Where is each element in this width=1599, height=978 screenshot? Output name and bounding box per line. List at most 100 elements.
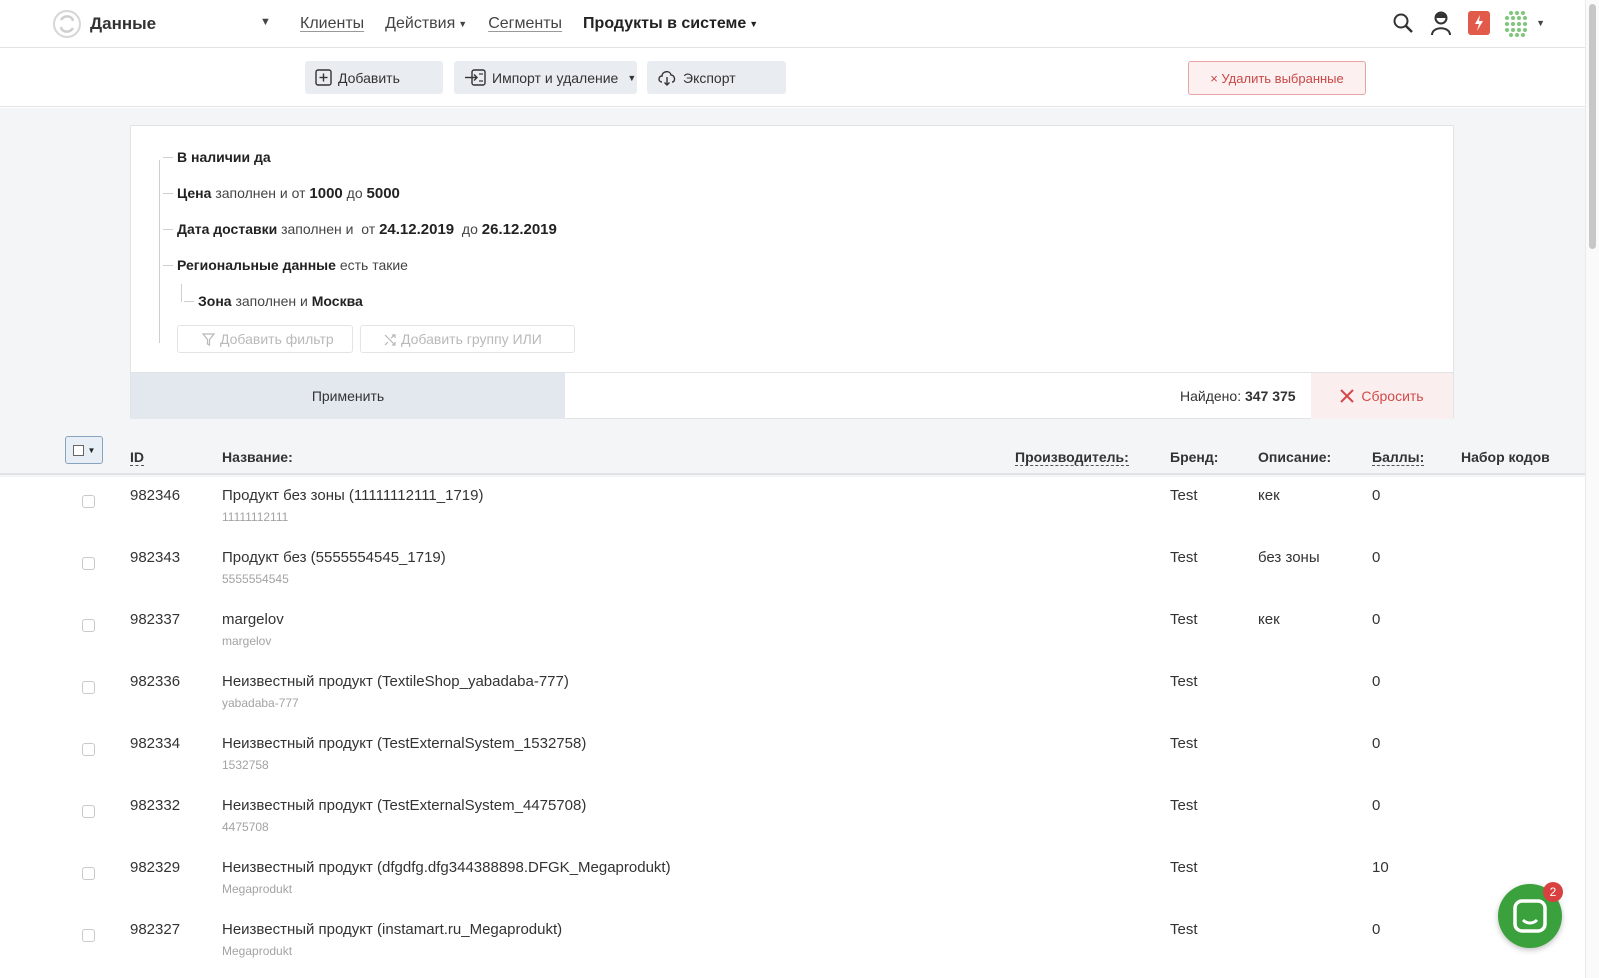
table-body: 982346 Продукт без зоны (11111112111_171… [0,477,1585,978]
row-checkbox[interactable] [82,805,95,818]
row-checkbox[interactable] [82,681,95,694]
row-id: 982346 [130,487,181,504]
chevron-down-icon: ▼ [458,18,468,29]
row-points: 0 [1372,611,1381,628]
row-checkbox[interactable] [82,743,95,756]
chat-icon [1513,899,1547,933]
page-scrollbar[interactable] [1585,0,1599,978]
row-description: кек [1258,487,1280,504]
row-checkbox[interactable] [82,867,95,880]
column-description: Описание: [1258,449,1332,465]
table-header: ID Название: Производитель: Бренд: Описа… [0,435,1585,475]
filter-price[interactable]: Цена заполнен и от 1000 до 5000 [163,185,400,202]
row-description: кек [1258,611,1280,628]
notification-icon[interactable] [1464,8,1494,38]
logo-icon[interactable] [52,8,82,40]
column-brand: Бренд: [1170,449,1219,465]
row-name[interactable]: Неизвестный продукт (TestExternalSystem_… [222,797,586,814]
filter-from-word: от [361,221,376,237]
row-points: 0 [1372,549,1381,566]
filter-op: заполнен и [281,221,354,237]
nav-clients[interactable]: Клиенты [300,15,364,33]
row-id: 982343 [130,549,181,566]
table-row[interactable]: 982334 Неизвестный продукт (TestExternal… [0,725,1585,787]
row-checkbox[interactable] [82,557,95,570]
row-checkbox[interactable] [82,619,95,632]
column-id[interactable]: ID [130,449,144,466]
row-name[interactable]: Неизвестный продукт (dfgdfg.dfg344388898… [222,859,671,876]
filter-in-stock[interactable]: В наличии да [163,149,271,165]
row-subtext: margelov [222,634,272,648]
filter-regional-data[interactable]: Региональные данные есть такие [163,257,408,273]
table-row[interactable]: 982336 Неизвестный продукт (TextileShop_… [0,663,1585,725]
add-or-group-button[interactable]: Добавить группу ИЛИ [360,325,575,353]
row-points: 0 [1372,797,1381,814]
app-title[interactable]: Данные [90,14,156,34]
table-row[interactable]: 982337 margelov margelov Test кек 0 [0,601,1585,663]
table-row[interactable]: 982332 Неизвестный продукт (TestExternal… [0,787,1585,849]
toolbar: Добавить Импорт и удаление ▼ Экспорт × У… [0,49,1585,107]
row-points: 0 [1372,735,1381,752]
row-name[interactable]: margelov [222,611,284,628]
filter-from-word: от [291,185,306,201]
row-brand: Test [1170,859,1198,876]
filter-footer: Применить Найдено: 347 375 Сбросить [131,372,1453,419]
row-name[interactable]: Неизвестный продукт (TextileShop_yabadab… [222,673,569,690]
table-row[interactable]: 982329 Неизвестный продукт (dfgdfg.dfg34… [0,849,1585,911]
scrollbar-thumb[interactable] [1589,4,1596,249]
filter-delivery-date[interactable]: Дата доставки заполнен и от 24.12.2019 д… [163,221,557,238]
row-points: 0 [1372,487,1381,504]
row-name[interactable]: Неизвестный продукт (instamart.ru_Megapr… [222,921,562,938]
nav-products-label: Продукты в системе [583,15,747,32]
row-brand: Test [1170,797,1198,814]
search-icon[interactable] [1388,8,1418,38]
row-name[interactable]: Неизвестный продукт (TestExternalSystem_… [222,735,586,752]
row-id: 982337 [130,611,181,628]
row-brand: Test [1170,735,1198,752]
filter-to-word: до [461,221,478,237]
nav-segments[interactable]: Сегменты [488,15,562,33]
chevron-down-icon: ▼ [627,72,637,83]
export-button-label: Экспорт [683,69,736,86]
filter-field: Зона [198,293,232,309]
filter-to-word: до [346,185,363,201]
row-id: 982336 [130,673,181,690]
row-points: 0 [1372,921,1381,938]
row-name[interactable]: Продукт без (5555554545_1719) [222,549,446,566]
user-icon[interactable] [1426,8,1456,38]
chevron-down-icon[interactable]: ▼ [1536,18,1545,28]
row-points: 10 [1372,859,1389,876]
table-row[interactable]: 982346 Продукт без зоны (11111112111_171… [0,477,1585,539]
row-checkbox[interactable] [82,929,95,942]
nav-actions-label: Действия [385,15,456,32]
nav-actions[interactable]: Действия ▼ [385,15,467,33]
table-row[interactable]: 982343 Продукт без (5555554545_1719) 555… [0,539,1585,601]
row-name[interactable]: Продукт без зоны (11111112111_1719) [222,487,483,504]
plus-square-icon [315,69,332,86]
column-points[interactable]: Баллы: [1372,449,1425,466]
nav-segments-label: Сегменты [488,15,563,32]
shuffle-icon [384,334,396,346]
delete-selected-button[interactable]: × Удалить выбранные [1188,61,1366,95]
add-or-group-label: Добавить группу ИЛИ [401,331,542,347]
filter-from-value: 24.12.2019 [379,221,455,238]
add-filter-label: Добавить фильтр [220,331,334,347]
reset-button[interactable]: Сбросить [1311,373,1453,419]
add-button[interactable]: Добавить [305,61,443,94]
app-switch-caret-icon[interactable]: ▼ [260,16,271,28]
apps-grid-icon[interactable] [1502,8,1532,38]
row-checkbox[interactable] [82,495,95,508]
add-filter-button[interactable]: Добавить фильтр [177,325,353,353]
export-button[interactable]: Экспорт [647,61,786,94]
row-points: 0 [1372,673,1381,690]
filter-zone[interactable]: Зона заполнен и Москва [184,293,363,309]
table-row[interactable]: 982327 Неизвестный продукт (instamart.ru… [0,911,1585,973]
top-icons: ▼ [1380,8,1545,38]
column-manufacturer[interactable]: Производитель: [1015,449,1129,466]
row-subtext: 11111112111 [222,510,289,524]
import-delete-button[interactable]: Импорт и удаление ▼ [454,61,637,94]
nav-products[interactable]: Продукты в системе ▼ [583,15,758,33]
apply-button[interactable]: Применить [131,373,565,419]
row-brand: Test [1170,673,1198,690]
filter-funnel-icon [202,333,215,346]
